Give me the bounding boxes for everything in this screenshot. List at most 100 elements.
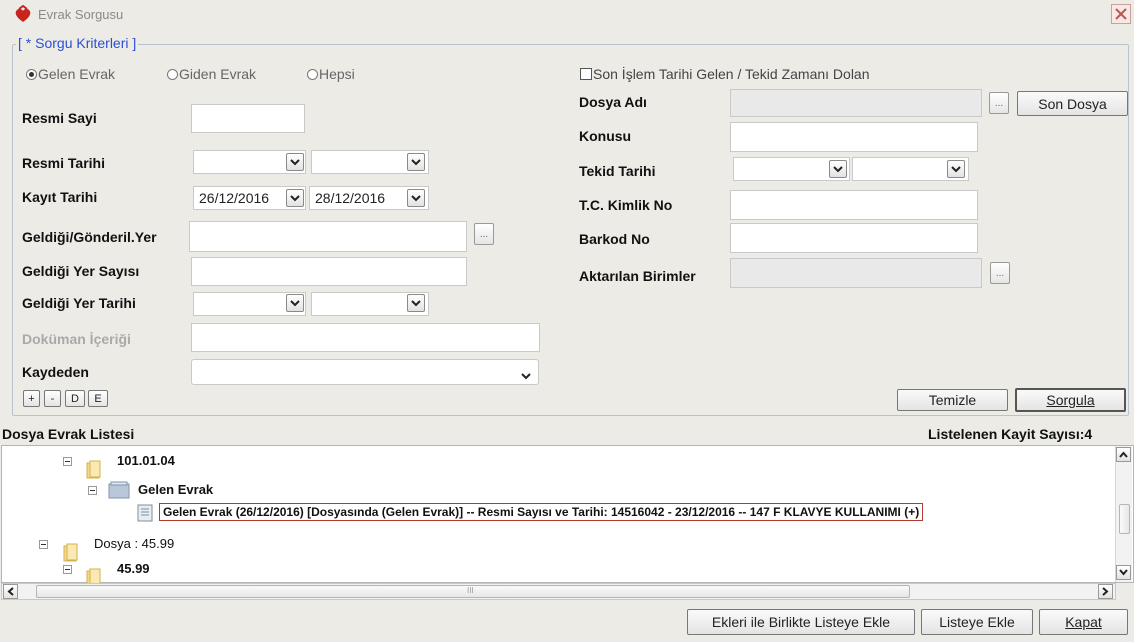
barkod-no-label: Barkod No: [579, 231, 650, 247]
collapse-toggle-icon[interactable]: [63, 565, 72, 574]
app-logo-icon: [13, 4, 33, 25]
chevron-right-icon: [1102, 587, 1109, 596]
d-button[interactable]: D: [65, 390, 85, 407]
scroll-left-button[interactable]: [3, 584, 18, 599]
window-title: Evrak Sorgusu: [38, 7, 124, 22]
radio-unselected-icon: [167, 68, 178, 80]
ekleri-ile-listeye-ekle-label: Ekleri ile Birlikte Listeye Ekle: [711, 614, 891, 630]
document-icon: [137, 504, 153, 525]
folder-icon: [85, 460, 105, 479]
radio-label: Gelen Evrak: [38, 66, 116, 82]
geldigi-yer-input[interactable]: [189, 221, 467, 252]
kayit-tarihi-from-value: 26/12/2016: [199, 190, 270, 206]
criteria-group-title: [ * Sorgu Kriterleri ]: [16, 35, 139, 51]
close-button[interactable]: [1111, 4, 1131, 24]
son-dosya-label: Son Dosya: [1038, 95, 1107, 112]
kayit-tarihi-label: Kayıt Tarihi: [22, 189, 98, 205]
geldigi-yer-sayisi-input[interactable]: [191, 257, 467, 286]
tekid-tarihi-from-dropdown[interactable]: [829, 160, 847, 178]
aktarilan-birimler-browse-button[interactable]: ...: [990, 262, 1010, 284]
chevron-down-icon: [411, 159, 421, 166]
kapat-button[interactable]: Kapat: [1039, 609, 1128, 635]
kayit-tarihi-to-dropdown[interactable]: [407, 189, 425, 207]
konusu-input[interactable]: [730, 122, 978, 152]
scroll-right-button[interactable]: [1098, 584, 1113, 599]
checkbox-label: Son İşlem Tarihi Gelen / Tekid Zamanı Do…: [593, 66, 870, 82]
radio-giden-evrak[interactable]: Giden Evrak: [167, 66, 256, 82]
sorgula-button[interactable]: Sorgula: [1015, 388, 1126, 412]
chevron-down-icon: [1119, 569, 1128, 576]
geldigi-yer-tarihi-to-dropdown[interactable]: [407, 294, 425, 312]
tree-node-dosya-45-99[interactable]: Dosya : 45.99: [39, 536, 174, 567]
e-button[interactable]: E: [88, 390, 108, 407]
radio-selected-icon: [26, 68, 37, 80]
tree-node-label: Gelen Evrak (26/12/2016) [Dosyasında (Ge…: [159, 503, 924, 521]
dokuman-icerigi-input[interactable]: [191, 323, 540, 352]
kaydeden-label: Kaydeden: [22, 364, 89, 380]
radio-hepsi[interactable]: Hepsi: [307, 66, 355, 82]
collapse-toggle-icon[interactable]: [63, 457, 72, 466]
dosya-adi-label: Dosya Adı: [579, 94, 647, 110]
resmi-tarihi-to-dropdown[interactable]: [407, 153, 425, 171]
dosya-adi-browse-button[interactable]: ...: [989, 92, 1009, 114]
chevron-left-icon: [7, 587, 14, 596]
document-folder-icon: [108, 480, 130, 503]
chevron-down-icon: [833, 166, 843, 173]
scroll-down-button[interactable]: [1116, 565, 1131, 580]
resmi-tarihi-from-dropdown[interactable]: [286, 153, 304, 171]
son-dosya-button[interactable]: Son Dosya: [1017, 91, 1128, 116]
dosya-adi-input[interactable]: [730, 89, 982, 117]
dokuman-icerigi-label: Doküman İçeriği: [22, 331, 131, 347]
record-count-label: Listelenen Kayit Sayısı:4: [928, 426, 1093, 442]
tree-node-gelen-evrak[interactable]: Gelen Evrak: [88, 481, 213, 499]
listeye-ekle-label: Listeye Ekle: [939, 614, 1015, 630]
aktarilan-birimler-label: Aktarılan Birimler: [579, 268, 696, 284]
title-bar: [0, 0, 1134, 30]
chevron-down-icon: [290, 195, 300, 202]
geldigi-yer-label: Geldiği/Gönderil.Yer: [22, 229, 157, 245]
chevron-down-icon: [290, 300, 300, 307]
aktarilan-birimler-input[interactable]: [730, 258, 982, 288]
kaydeden-chevron-down-icon[interactable]: [521, 367, 531, 383]
geldigi-yer-tarihi-label: Geldiği Yer Tarihi: [22, 295, 136, 311]
tree-node-label: 101.01.04: [117, 453, 175, 468]
radio-label: Hepsi: [319, 66, 355, 82]
tc-kimlik-no-label: T.C. Kimlik No: [579, 197, 673, 213]
checkbox-icon: [580, 68, 592, 80]
tree-node-label: 45.99: [117, 561, 150, 576]
chevron-up-icon: [1119, 451, 1128, 458]
expand-all-button[interactable]: +: [23, 390, 40, 407]
temizle-button[interactable]: Temizle: [897, 389, 1008, 411]
kayit-tarihi-from-dropdown[interactable]: [286, 189, 304, 207]
chevron-down-icon: [411, 195, 421, 202]
geldigi-yer-tarihi-from-dropdown[interactable]: [286, 294, 304, 312]
chevron-down-icon: [290, 159, 300, 166]
geldigi-yer-sayisi-label: Geldiği Yer Sayısı: [22, 263, 140, 279]
barkod-no-input[interactable]: [730, 223, 978, 253]
kapat-label: Kapat: [1065, 614, 1102, 630]
radio-label: Giden Evrak: [179, 66, 257, 82]
tree-node-101-01-04[interactable]: 101.01.04: [63, 453, 175, 484]
konusu-label: Konusu: [579, 128, 632, 144]
resmi-sayi-input[interactable]: [191, 104, 305, 133]
sorgula-label: Sorgula: [1046, 392, 1095, 408]
tree-node-label: Dosya : 45.99: [94, 536, 175, 551]
chevron-down-icon: [951, 166, 961, 173]
radio-unselected-icon: [307, 68, 318, 80]
kaydeden-combo[interactable]: [191, 359, 539, 385]
tekid-tarihi-to-dropdown[interactable]: [947, 160, 965, 178]
collapse-all-button[interactable]: -: [44, 390, 61, 407]
radio-gelen-evrak[interactable]: Gelen Evrak: [26, 66, 115, 82]
collapse-toggle-icon[interactable]: [39, 540, 48, 549]
tc-kimlik-no-input[interactable]: [730, 190, 978, 220]
collapse-toggle-icon[interactable]: [88, 486, 97, 495]
temizle-label: Temizle: [928, 392, 977, 408]
scroll-up-button[interactable]: [1116, 447, 1131, 462]
listeye-ekle-button[interactable]: Listeye Ekle: [921, 609, 1033, 635]
son-islem-checkbox[interactable]: Son İşlem Tarihi Gelen / Tekid Zamanı Do…: [580, 66, 870, 82]
tekid-tarihi-label: Tekid Tarihi: [579, 163, 656, 179]
ekleri-ile-listeye-ekle-button[interactable]: Ekleri ile Birlikte Listeye Ekle: [687, 609, 915, 635]
scroll-grip: III: [467, 586, 474, 595]
vertical-scroll-thumb[interactable]: [1119, 504, 1130, 534]
geldigi-yer-browse-button[interactable]: ...: [474, 223, 494, 245]
